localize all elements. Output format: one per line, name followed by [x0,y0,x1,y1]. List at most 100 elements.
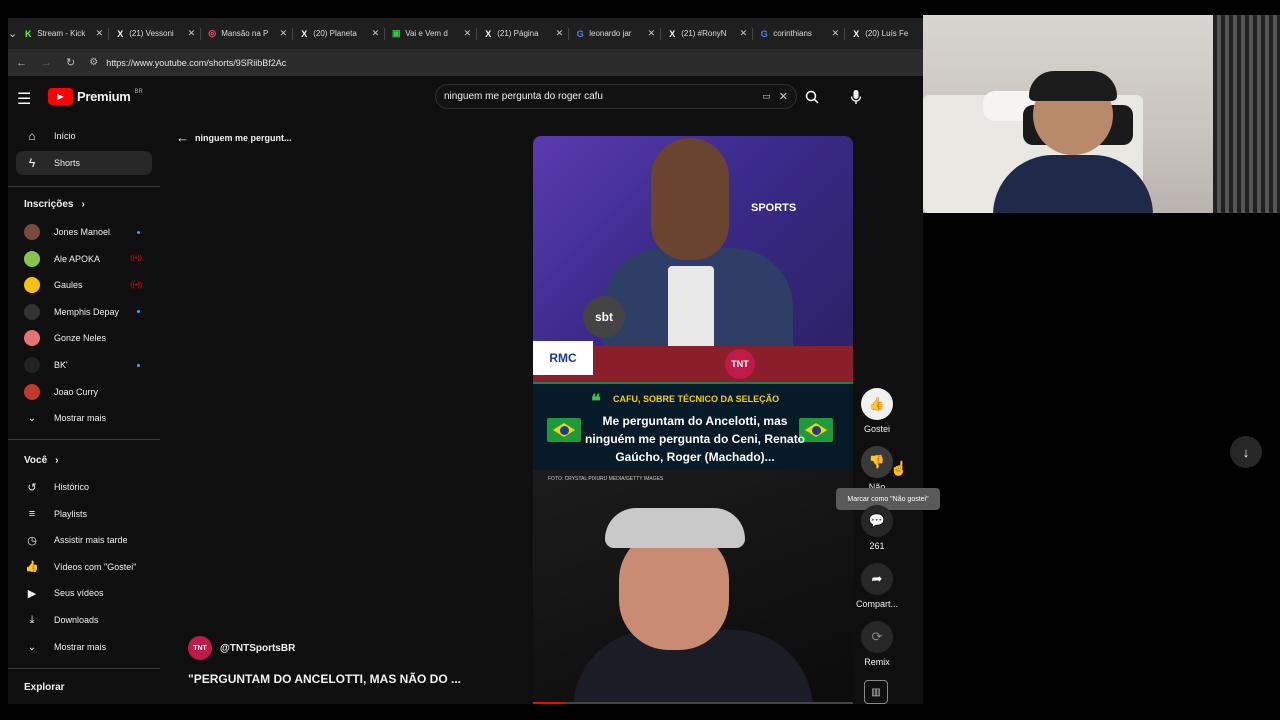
close-tab-icon[interactable]: ✕ [648,28,656,39]
subscription-item[interactable]: Gaules ((•)) [24,273,152,297]
browser-tab[interactable]: Gleonardo jar ✕ [569,21,662,47]
sidebar-item[interactable]: ⤓ Downloads [24,608,152,632]
browser-tab[interactable]: X(20) Luís Fe✕ [845,21,923,47]
subscription-label: Gonze Neles [54,333,107,344]
tab-search-icon[interactable]: ⌄ [8,22,17,46]
close-tab-icon[interactable]: ✕ [188,28,196,39]
live-icon: ((•)) [130,281,142,289]
ancelotti-image: FOTO: CRYSTAL PIXURU MEDIA/GETTY IMAGES [533,470,853,704]
progress-fill [533,702,565,704]
sidebar-item-shorts[interactable]: ϟ Shorts [16,151,152,175]
sidebar-item-label: Shorts [54,158,81,168]
chevron-down-icon: ⌄ [27,412,37,424]
arrow-left-icon: ← [176,130,189,145]
channel-name[interactable]: @TNTSportsBR [220,643,295,654]
menu-icon[interactable]: ☰ [17,89,31,109]
close-tab-icon[interactable]: ✕ [96,28,104,39]
sidebar-item-label: Downloads [54,615,99,625]
you-heading[interactable]: Você › [24,455,59,466]
search-input[interactable]: ninguem me pergunta do roger cafu [444,91,756,102]
subscription-label: BK' [54,360,68,370]
avatar [24,277,40,294]
remix-action[interactable]: ⟳ Remix [856,621,898,667]
sidebar-item[interactable]: ↺ Histórico [24,475,152,499]
sidebar-item[interactable]: ◷ Assistir mais tarde [24,528,152,552]
subscription-item[interactable]: Gonze Neles [24,326,152,350]
close-tab-icon[interactable]: ✕ [832,28,840,39]
avatar [24,303,40,320]
show-more-subscriptions[interactable]: ⌄ Mostrar mais [24,406,152,430]
share-action[interactable]: ➦ Compart... [856,563,898,609]
short-video-player[interactable]: SPORTS sbt RMC TNT ❝ CAFU, SOBRE TÉCNICO… [533,136,853,704]
comment-icon[interactable]: 💬 [861,505,893,537]
head-shape [651,138,729,260]
browser-tab[interactable]: K Stream - Kick ✕ [17,21,110,47]
explore-heading[interactable]: Explorar [24,682,65,693]
reload-icon[interactable]: ↻ [66,56,75,69]
browser-tab[interactable]: X (21) Página ✕ [477,21,570,47]
mouse-cursor-icon: ☝ [890,460,908,476]
voice-search-button[interactable] [844,86,868,108]
close-tab-icon[interactable]: ✕ [556,28,564,39]
browser-tab[interactable]: ◎ Mansão na P ✕ [201,21,294,47]
back-icon[interactable]: ← [16,57,27,69]
sidebar-item[interactable]: 👍 Vídeos com "Gostei" [24,555,152,579]
video-progress-bar[interactable] [533,702,853,704]
subscription-item[interactable]: Ale APOKA ((•)) [24,247,152,271]
back-label: ninguem me pergunt... [195,132,292,143]
search-button[interactable] [800,86,824,108]
close-tab-icon[interactable]: ✕ [280,28,288,39]
sound-icon[interactable]: ▥ [864,680,888,704]
sidebar-item-label: Vídeos com "Gostei" [54,561,137,572]
comments-count: 261 [869,541,885,551]
show-more-you[interactable]: ⌄ Mostrar mais [24,635,152,659]
download-icon: ⤓ [29,613,35,626]
back-to-results[interactable]: ← ninguem me pergunt... [176,130,292,145]
sidebar-item[interactable]: ≡ Playlists [24,502,152,526]
site-info-icon[interactable]: ⚙ [89,57,98,68]
subscriptions-heading[interactable]: Inscrições › [24,199,85,210]
like-action[interactable]: 👍 Gostei [856,388,898,434]
google-icon: G [576,28,584,39]
browser-tab[interactable]: X (20) Planeta ✕ [293,21,386,47]
next-short-button[interactable]: ↓ [1230,436,1262,468]
keyboard-icon[interactable]: ▭ [762,91,771,102]
x-icon: X [117,28,124,39]
sidebar-item[interactable]: ▶ Seus vídeos [24,581,152,605]
close-tab-icon[interactable]: ✕ [464,28,472,39]
short-title[interactable]: "PERGUNTAM DO ANCELOTTI, MAS NÃO DO ... [188,672,461,686]
subscription-item[interactable]: Joao Curry [24,380,152,404]
browser-tab[interactable]: X (21) Vessoni ✕ [109,21,202,47]
like-icon[interactable]: 👍 [861,388,893,420]
rmc-microphone: RMC [533,341,593,375]
channel-avatar[interactable]: TNT [188,636,212,660]
share-icon[interactable]: ➦ [861,563,893,595]
youtube-logo[interactable]: ▶ Premium BR [48,88,143,105]
new-content-dot [137,230,140,234]
url-field[interactable]: https://www.youtube.com/shorts/9SRiibBf2… [106,58,286,68]
search-icon [805,90,819,104]
close-tab-icon[interactable]: ✕ [740,28,748,39]
sidebar-item-label: Assistir mais tarde [54,535,128,546]
sidebar-item-label: Histórico [54,482,90,492]
browser-tab[interactable]: ▣ Vai e Vem d ✕ [385,21,478,47]
browser-tab[interactable]: Gcorinthians ✕ [753,21,846,47]
search-box[interactable]: ninguem me pergunta do roger cafu ▭ ✕ [435,84,797,109]
remix-label: Remix [864,657,890,667]
remix-icon[interactable]: ⟳ [861,621,893,653]
forward-icon[interactable]: → [41,57,52,69]
dislike-icon[interactable]: 👎 [861,446,893,478]
sbt-microphone: sbt [583,296,625,338]
subscription-item[interactable]: Memphis Depay [24,300,152,324]
clear-search-icon[interactable]: ✕ [779,90,788,103]
avatar [24,330,40,347]
comments-action[interactable]: 💬 261 [856,505,898,551]
subscription-item[interactable]: BK' [24,353,152,377]
channel-info[interactable]: TNT @TNTSportsBR [188,636,295,660]
quote-band: ❝ CAFU, SOBRE TÉCNICO DA SELEÇÃO Me perg… [533,382,853,470]
browser-tab[interactable]: X (21) #RonyN ✕ [661,21,754,47]
subscription-item[interactable]: Jones Manoel [24,220,152,244]
sidebar-item-home[interactable]: ⌂ Início [24,124,152,148]
close-tab-icon[interactable]: ✕ [372,28,380,39]
sidebar-item-label: Playlists [54,508,88,519]
